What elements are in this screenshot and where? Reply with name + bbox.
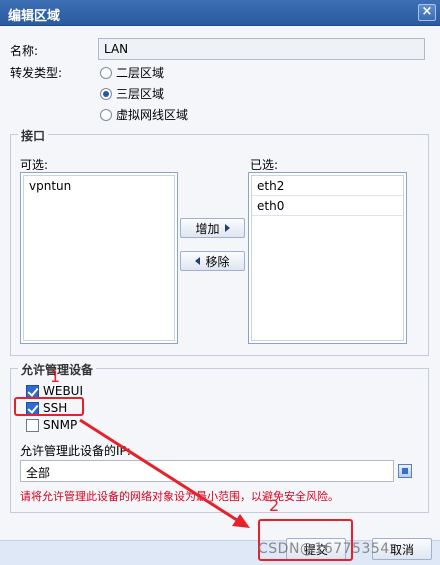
annotation-arrow: [79, 418, 250, 528]
watermark-text: CSDN@16775354: [258, 541, 390, 557]
